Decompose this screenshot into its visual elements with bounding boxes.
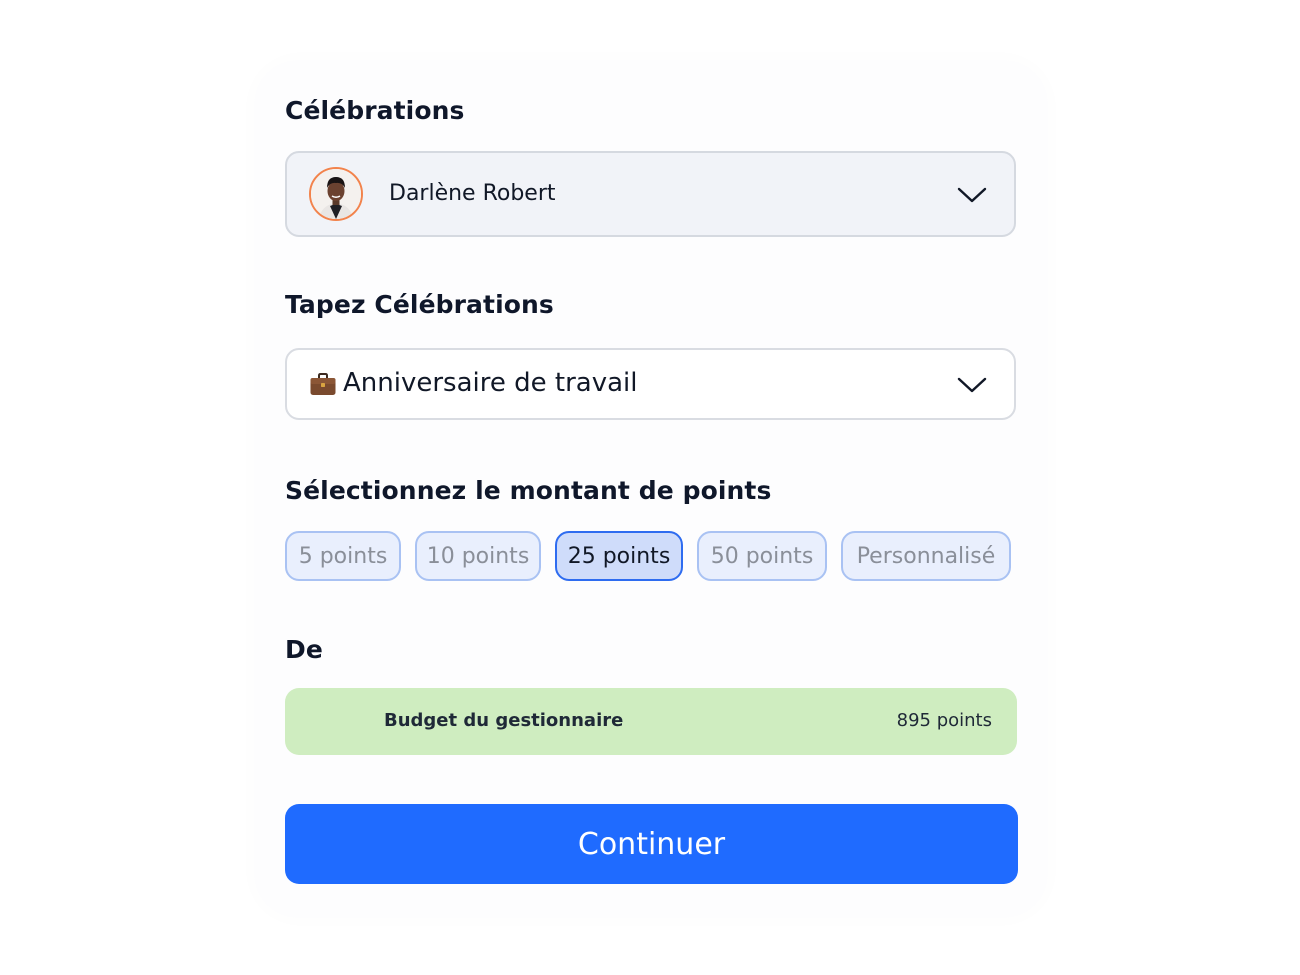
points-option-50[interactable]: 50 points (697, 531, 827, 581)
chevron-down-icon[interactable] (956, 375, 988, 395)
recipient-select[interactable]: Darlène Robert (285, 151, 1016, 237)
continue-button[interactable]: Continuer (285, 804, 1018, 884)
budget-name: Budget du gestionnaire (384, 710, 624, 731)
points-label: Sélectionnez le montant de points (285, 476, 772, 505)
points-option-custom[interactable]: Personnalisé (841, 531, 1011, 581)
points-option-10[interactable]: 10 points (415, 531, 541, 581)
celebration-type-value: Anniversaire de travail (343, 368, 638, 398)
celebration-type-label: Tapez Célébrations (285, 290, 554, 319)
avatar-photo-icon (311, 169, 361, 219)
chevron-down-icon[interactable] (956, 185, 988, 205)
avatar (309, 167, 363, 221)
recipient-name: Darlène Robert (389, 181, 556, 206)
from-label: De (285, 635, 323, 664)
points-option-5[interactable]: 5 points (285, 531, 401, 581)
celebration-type-select[interactable]: Anniversaire de travail (285, 348, 1016, 420)
budget-option[interactable]: Budget du gestionnaire 895 points (285, 688, 1017, 755)
points-option-25[interactable]: 25 points (555, 531, 683, 581)
recipient-label: Célébrations (285, 96, 465, 125)
briefcase-icon (310, 373, 336, 395)
budget-amount: 895 points (896, 710, 992, 731)
